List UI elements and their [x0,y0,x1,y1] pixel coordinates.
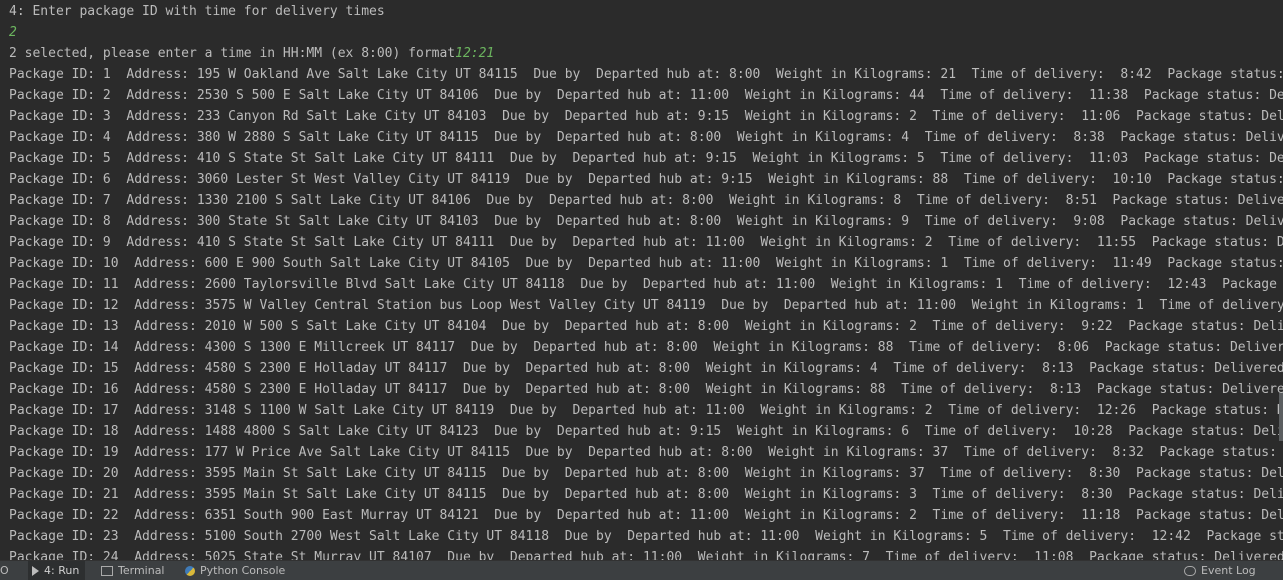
vertical-scrollbar-thumb[interactable] [1279,393,1283,441]
console-output-line: Package ID: 22 Address: 6351 South 900 E… [9,508,1283,523]
tab-event-log-label: Event Log [1201,564,1256,577]
console-output-line: Package ID: 2 Address: 2530 S 500 E Salt… [9,88,1283,103]
console-output-line: Package ID: 19 Address: 177 W Price Ave … [9,445,1283,460]
python-icon [185,565,195,576]
tab-run[interactable]: 4: Run [28,561,86,580]
console-output-line: Package ID: 5 Address: 410 S State St Sa… [9,151,1283,166]
console-output-line: Package ID: 3 Address: 233 Canyon Rd Sal… [9,109,1283,124]
tab-run-label: 4: Run [44,564,80,577]
console-output-line: Package ID: 20 Address: 3595 Main St Sal… [9,466,1283,481]
console-output-line: Package ID: 23 Address: 5100 South 2700 … [9,529,1283,544]
console-lines: 4: Enter package ID with time for delive… [9,1,1283,560]
event-log-icon [1184,565,1196,576]
console-output-line: Package ID: 7 Address: 1330 2100 S Salt … [9,193,1283,208]
console-output-line: Package ID: 8 Address: 300 State St Salt… [9,214,1283,229]
run-icon [32,565,39,576]
tab-terminal-label: Terminal [118,564,165,577]
console-prompt-line: 2 selected, please enter a time in HH:MM… [9,43,1283,64]
tool-window-bar: O 4: Run Terminal Python Console Event L… [0,560,1283,580]
console-prompt-line: 4: Enter package ID with time for delive… [9,4,385,19]
run-console-output[interactable]: 4: Enter package ID with time for delive… [0,0,1283,560]
console-output-line: Package ID: 13 Address: 2010 W 500 S Sal… [9,319,1283,334]
left-stub-label: O [0,564,9,577]
tab-terminal[interactable]: Terminal [101,561,165,580]
console-output-line: Package ID: 14 Address: 4300 S 1300 E Mi… [9,340,1283,355]
console-output-line: Package ID: 11 Address: 2600 Taylorsvill… [9,277,1283,292]
tool-tab-left-stub[interactable]: O [0,561,9,580]
user-input-text: 2 [9,25,17,40]
console-output-line: Package ID: 15 Address: 4580 S 2300 E Ho… [9,361,1283,376]
console-output-line: Package ID: 10 Address: 600 E 900 South … [9,256,1283,271]
console-output-line: Package ID: 24 Address: 5025 State St Mu… [9,550,1283,560]
console-output-line: Package ID: 21 Address: 3595 Main St Sal… [9,487,1283,502]
console-output-line: Package ID: 6 Address: 3060 Lester St We… [9,172,1283,187]
console-output-line: Package ID: 4 Address: 380 W 2880 S Salt… [9,130,1283,145]
console-output-line: Package ID: 18 Address: 1488 4800 S Salt… [9,424,1283,439]
user-input-text: 12:21 [455,46,495,61]
console-output-line: Package ID: 1 Address: 195 W Oakland Ave… [9,67,1283,82]
tab-python-console-label: Python Console [200,564,286,577]
prompt-text: 2 selected, please enter a time in HH:MM… [9,46,456,61]
tab-event-log[interactable]: Event Log [1184,561,1256,580]
terminal-icon [101,565,113,576]
console-output-line: Package ID: 9 Address: 410 S State St Sa… [9,235,1283,250]
tab-python-console[interactable]: Python Console [185,561,285,580]
console-output-line: Package ID: 12 Address: 3575 W Valley Ce… [9,298,1283,313]
console-output-line: Package ID: 16 Address: 4580 S 2300 E Ho… [9,382,1283,397]
console-user-input-line: 2 [9,22,1283,43]
console-output-line: Package ID: 17 Address: 3148 S 1100 W Sa… [9,403,1283,418]
